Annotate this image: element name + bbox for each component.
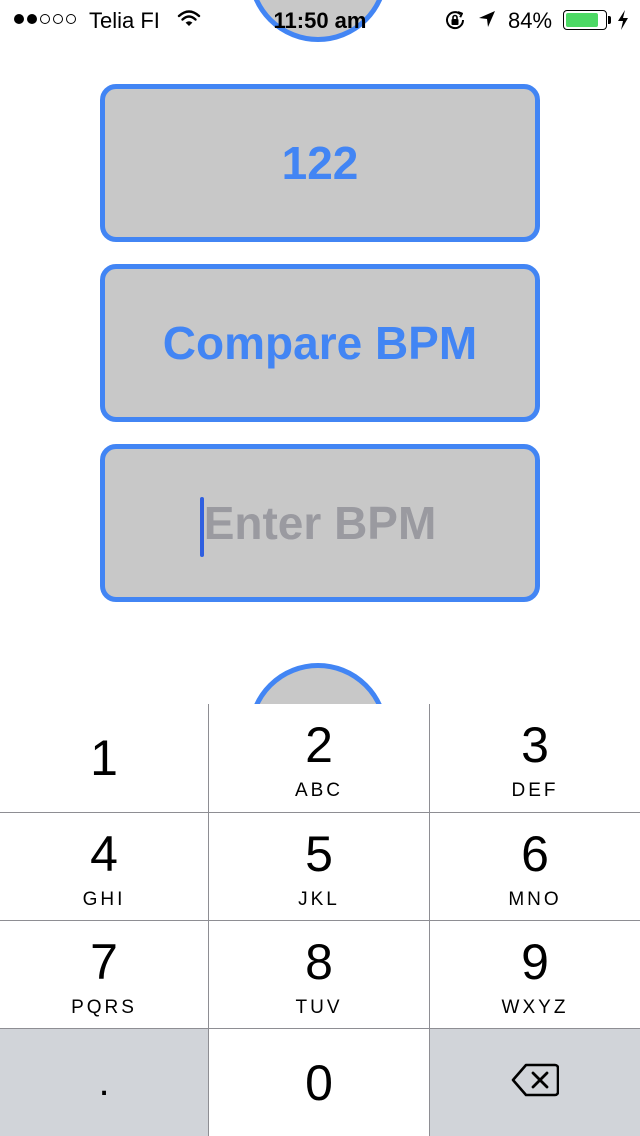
location-arrow-icon (477, 9, 497, 35)
key-letters: GHI (82, 889, 126, 910)
charging-icon (617, 9, 629, 37)
key-letters: DEF (511, 780, 559, 801)
key-7[interactable]: 7 PQRS (0, 920, 209, 1028)
key-3[interactable]: 3 DEF (430, 704, 640, 812)
key-digit: 4 (90, 826, 118, 882)
bpm-input-container (100, 444, 540, 602)
status-bar: Telia FI 11:50 am 84% (0, 0, 640, 40)
key-letters: JKL (298, 889, 340, 910)
key-letters: MNO (508, 889, 562, 910)
key-digit: 1 (90, 730, 118, 786)
key-letters: WXYZ (501, 997, 569, 1018)
bpm-display: 122 (100, 84, 540, 242)
key-2[interactable]: 2 ABC (209, 704, 430, 812)
key-letters: PQRS (71, 997, 137, 1018)
backspace-key[interactable] (430, 1028, 640, 1136)
key-digit: 3 (521, 717, 549, 773)
key-digit: 2 (305, 717, 333, 773)
numeric-keypad: 1 2 ABC 3 DEF 4 GHI 5 JKL 6 MNO 7 PQRS 8… (0, 704, 640, 1136)
backspace-icon (511, 1063, 560, 1102)
key-letters: ABC (294, 780, 344, 801)
screen: Telia FI 11:50 am 84% 122 Compare BPM En… (0, 0, 640, 1136)
key-decimal[interactable]: . (0, 1028, 209, 1136)
text-caret (200, 497, 204, 557)
key-digit: 8 (305, 934, 333, 990)
key-digit: 7 (90, 934, 118, 990)
key-digit: . (98, 1060, 110, 1104)
key-digit: 9 (521, 934, 549, 990)
key-digit: 6 (521, 826, 549, 882)
key-digit: 0 (305, 1055, 333, 1111)
key-8[interactable]: 8 TUV (209, 920, 430, 1028)
key-1[interactable]: 1 (0, 704, 209, 812)
key-5[interactable]: 5 JKL (209, 812, 430, 920)
key-digit: 5 (305, 826, 333, 882)
key-4[interactable]: 4 GHI (0, 812, 209, 920)
key-9[interactable]: 9 WXYZ (430, 920, 640, 1028)
rotation-lock-icon (443, 8, 467, 38)
key-6[interactable]: 6 MNO (430, 812, 640, 920)
battery-tip (608, 16, 611, 24)
compare-bpm-button[interactable]: Compare BPM (100, 264, 540, 422)
battery-fill (566, 13, 598, 27)
key-0[interactable]: 0 (209, 1028, 430, 1136)
bpm-input[interactable] (105, 448, 535, 598)
battery-percentage: 84% (508, 8, 553, 33)
key-letters: TUV (295, 997, 343, 1018)
battery-icon (563, 10, 607, 30)
